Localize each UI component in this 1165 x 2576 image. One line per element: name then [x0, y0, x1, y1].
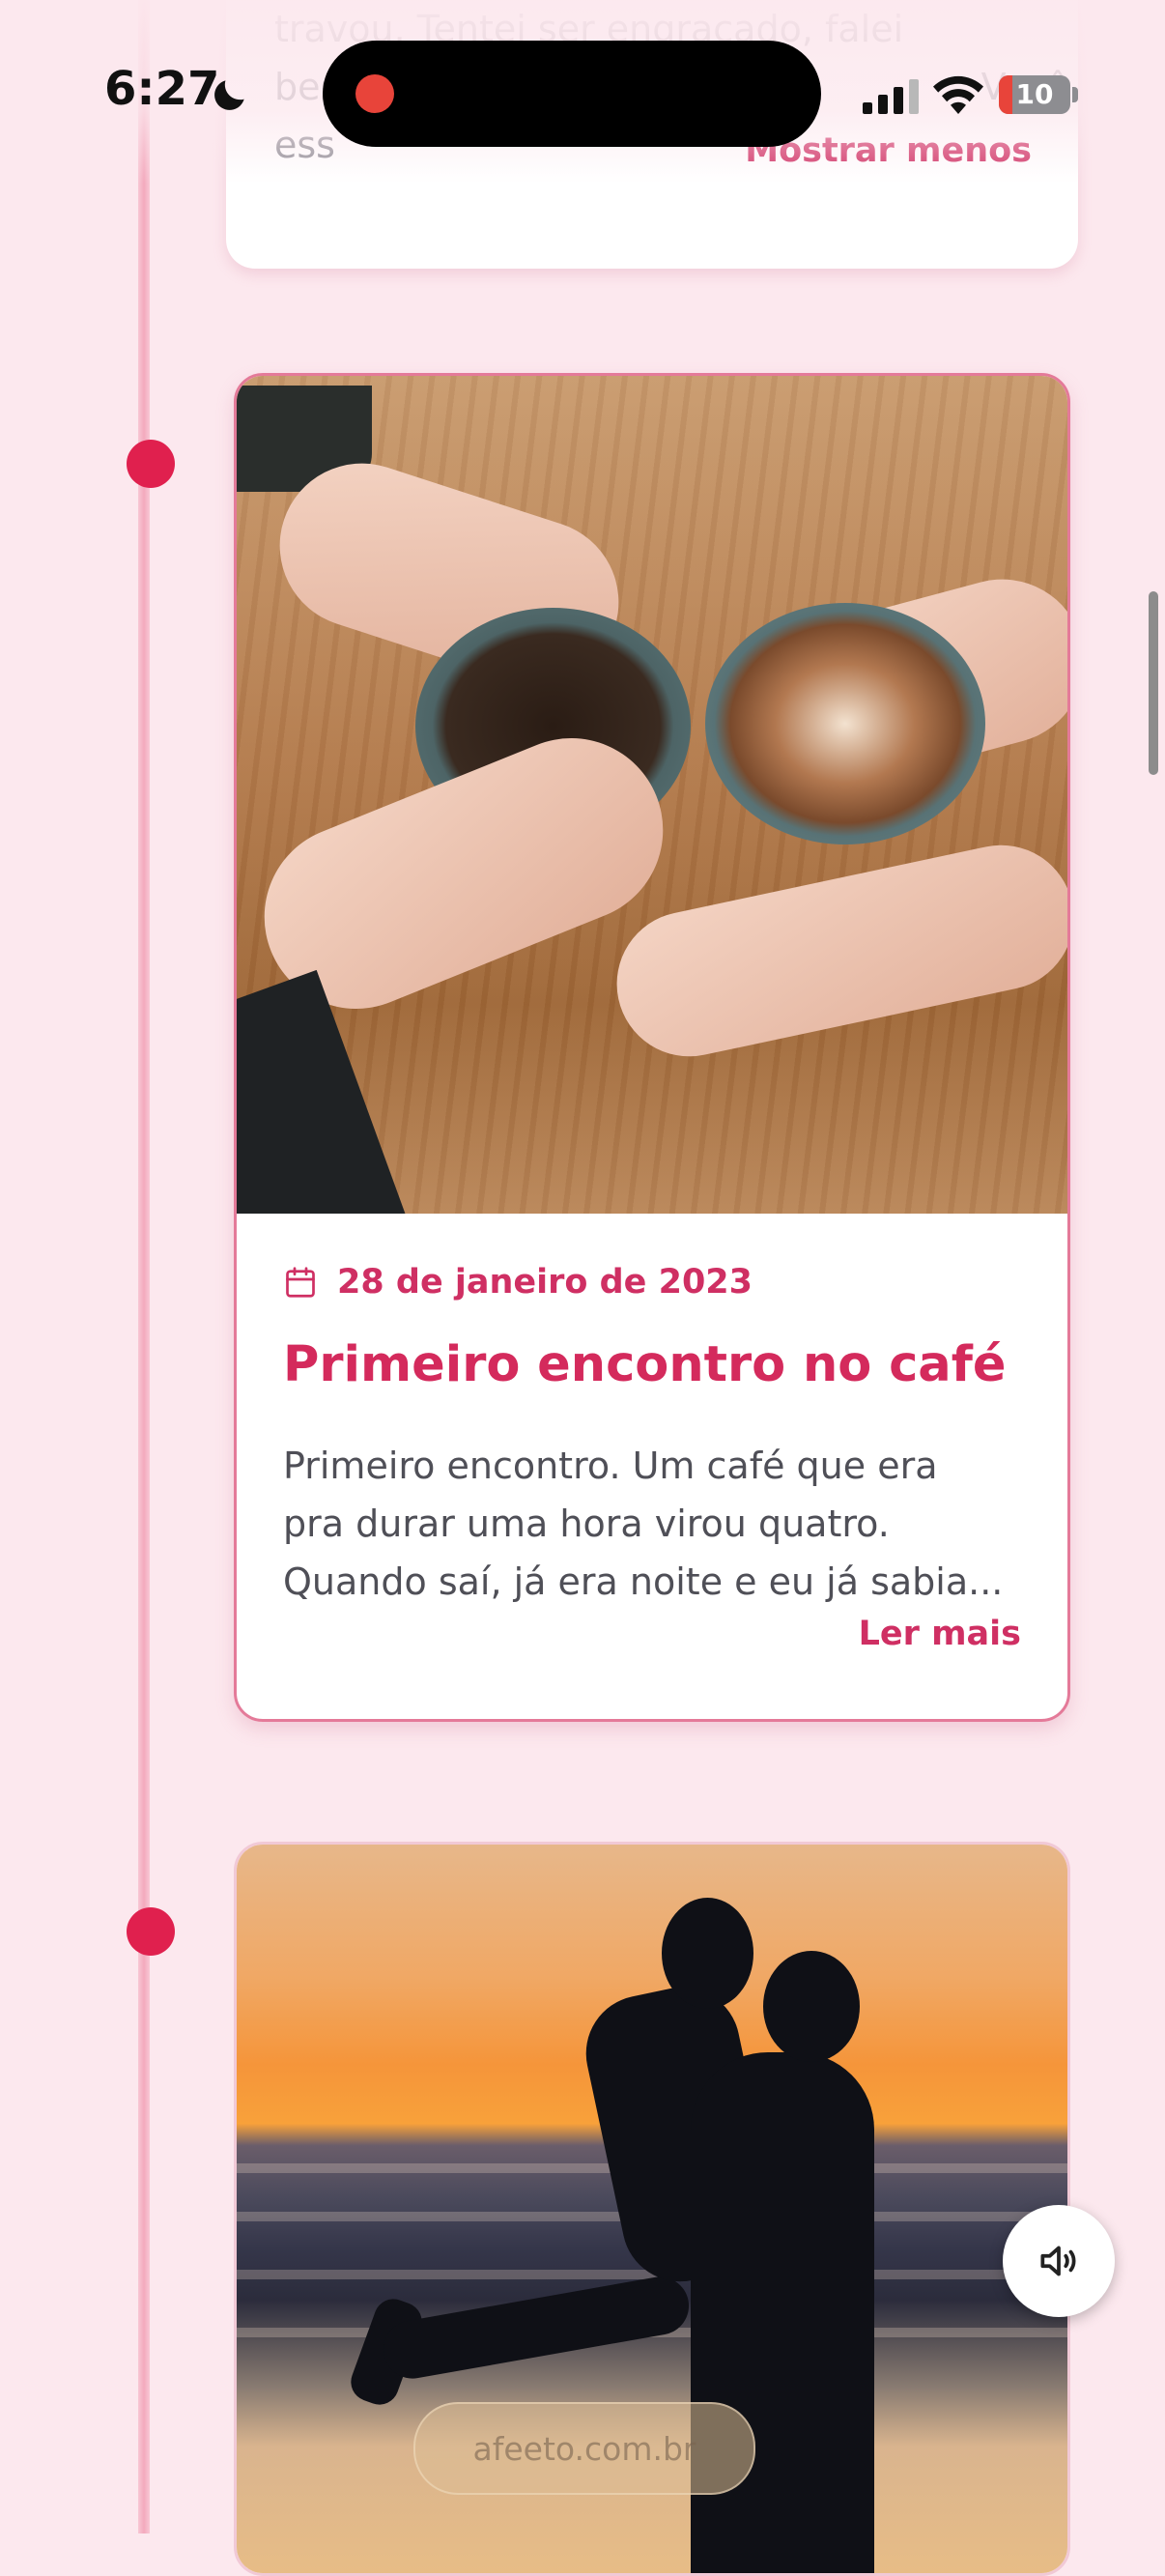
- read-more-button[interactable]: Ler mais: [859, 1615, 1021, 1653]
- cellular-signal-icon: [863, 79, 919, 114]
- card-date: 28 de janeiro de 2023: [337, 1263, 753, 1302]
- battery-level: 10: [1015, 78, 1054, 110]
- timeline-dot: [127, 440, 175, 488]
- card-photo-coffee: [237, 376, 1067, 1214]
- moon-icon: [214, 80, 244, 110]
- status-time: 6:27: [104, 62, 220, 116]
- card-date-row: 28 de janeiro de 2023: [283, 1263, 753, 1302]
- speaker-icon: [1040, 2246, 1076, 2276]
- sound-toggle-button[interactable]: [1003, 2205, 1115, 2317]
- battery-indicator: 10: [999, 75, 1070, 114]
- browser-url-bar[interactable]: afeeto.com.br: [413, 2402, 755, 2495]
- card-title: Primeiro encontro no café: [283, 1336, 1007, 1393]
- timeline-card-cafe[interactable]: 28 de janeiro de 2023 Primeiro encontro …: [234, 373, 1070, 1722]
- dynamic-island: [323, 41, 821, 147]
- wifi-icon: [933, 75, 983, 114]
- recording-dot-icon: [355, 74, 394, 113]
- card-description: Primeiro encontro. Um café que era pra d…: [283, 1445, 1004, 1603]
- url-text: afeeto.com.br: [472, 2429, 696, 2468]
- calendar-icon: [286, 1267, 315, 1298]
- timeline-line: [138, 0, 150, 2533]
- scrollbar[interactable]: [1149, 591, 1158, 775]
- timeline-dot: [127, 1907, 175, 1956]
